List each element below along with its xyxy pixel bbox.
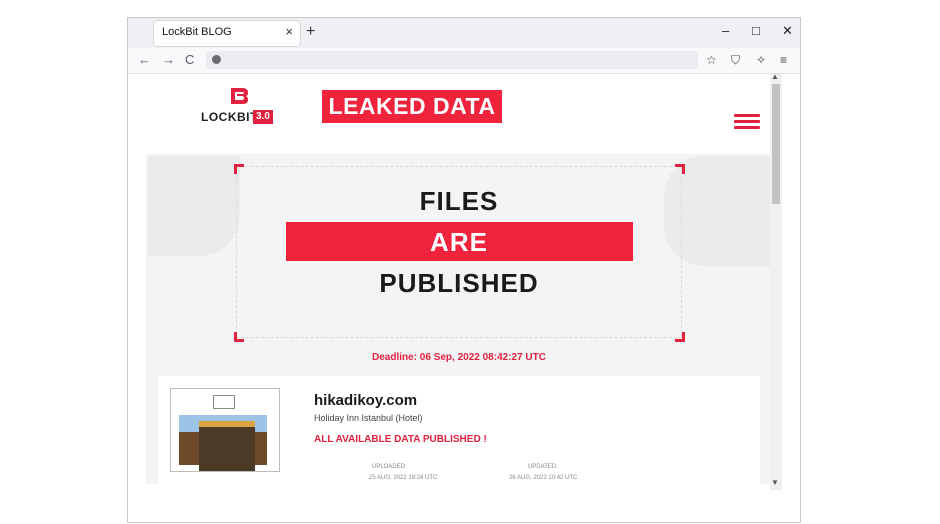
leaked-data-badge[interactable]: LEAKED DATA	[322, 90, 502, 123]
reload-button[interactable]: C	[185, 52, 194, 68]
updated-value: 26 AUG, 2022 10:42 UTC	[509, 475, 578, 481]
leak-post-card[interactable]: hikadikoy.com Holiday Inn Istanbul (Hote…	[158, 376, 760, 506]
logo-version: 3.0	[253, 110, 273, 124]
hotel-logo-icon	[213, 395, 235, 409]
menu-icon[interactable]: ≡	[780, 52, 787, 68]
tab-title: LockBit BLOG	[162, 26, 232, 38]
frame-corner	[234, 332, 244, 342]
post-subtitle: Holiday Inn Istanbul (Hotel)	[314, 413, 423, 423]
tab-lockbit-blog[interactable]: LockBit BLOG ×	[154, 21, 300, 46]
hero-line-are: ARE	[430, 227, 488, 257]
site-info-icon[interactable]	[212, 55, 221, 64]
page-viewport: LOCKBIT 3.0 LEAKED DATA FILES ARE PUBLIS…	[128, 74, 800, 522]
navigation-bar: ← → C ☆ ⛉ ✧ ≡	[128, 48, 800, 74]
hamburger-menu-icon[interactable]	[734, 114, 760, 130]
browser-window: LockBit BLOG × + – □ ✕ ← → C ☆ ⛉ ✧ ≡ LOC…	[127, 17, 801, 523]
address-bar[interactable]	[206, 51, 698, 69]
hero-line-files: FILES	[419, 186, 499, 216]
close-icon[interactable]: ×	[285, 24, 293, 40]
scroll-up-icon[interactable]: ▲	[771, 74, 779, 81]
minimize-button[interactable]: –	[722, 23, 729, 39]
updated-label: UPDATED:	[528, 464, 558, 470]
scroll-down-icon[interactable]: ▼	[771, 478, 779, 487]
site-header: LOCKBIT 3.0 LEAKED DATA	[146, 74, 772, 154]
decorative-shape-left	[148, 156, 240, 256]
new-tab-button[interactable]: +	[306, 22, 315, 42]
frame-corner	[675, 332, 685, 342]
post-thumbnail[interactable]	[170, 388, 280, 472]
frame-corner	[675, 164, 685, 174]
post-title[interactable]: hikadikoy.com	[314, 392, 417, 409]
uploaded-label: UPLOADED:	[372, 464, 407, 470]
back-button[interactable]: ←	[138, 52, 151, 68]
hotel-building-image	[199, 421, 255, 471]
extensions-icon[interactable]: ✧	[756, 52, 766, 68]
post-status: ALL AVAILABLE DATA PUBLISHED !	[314, 434, 487, 445]
hotel-photo	[179, 415, 267, 471]
maximize-button[interactable]: □	[752, 23, 760, 39]
tab-bar: LockBit BLOG × + – □ ✕	[128, 18, 800, 48]
scrollbar-thumb[interactable]	[772, 84, 780, 204]
shield-icon[interactable]: ⛉	[731, 52, 740, 68]
frame-corner	[234, 164, 244, 174]
lockbit-logo-icon	[231, 88, 248, 104]
lockbit-logo[interactable]: LOCKBIT 3.0	[201, 86, 281, 136]
uploaded-value: 25 AUG, 2022 18:24 UTC	[369, 475, 438, 481]
bookmark-star-icon[interactable]: ☆	[706, 52, 717, 68]
logo-text: LOCKBIT	[201, 110, 258, 124]
deadline-text: Deadline: 06 Sep, 2022 08:42:27 UTC	[372, 352, 546, 363]
forward-button[interactable]: →	[162, 52, 175, 68]
close-window-button[interactable]: ✕	[782, 23, 793, 39]
hero-line-published: PUBLISHED	[379, 268, 539, 298]
